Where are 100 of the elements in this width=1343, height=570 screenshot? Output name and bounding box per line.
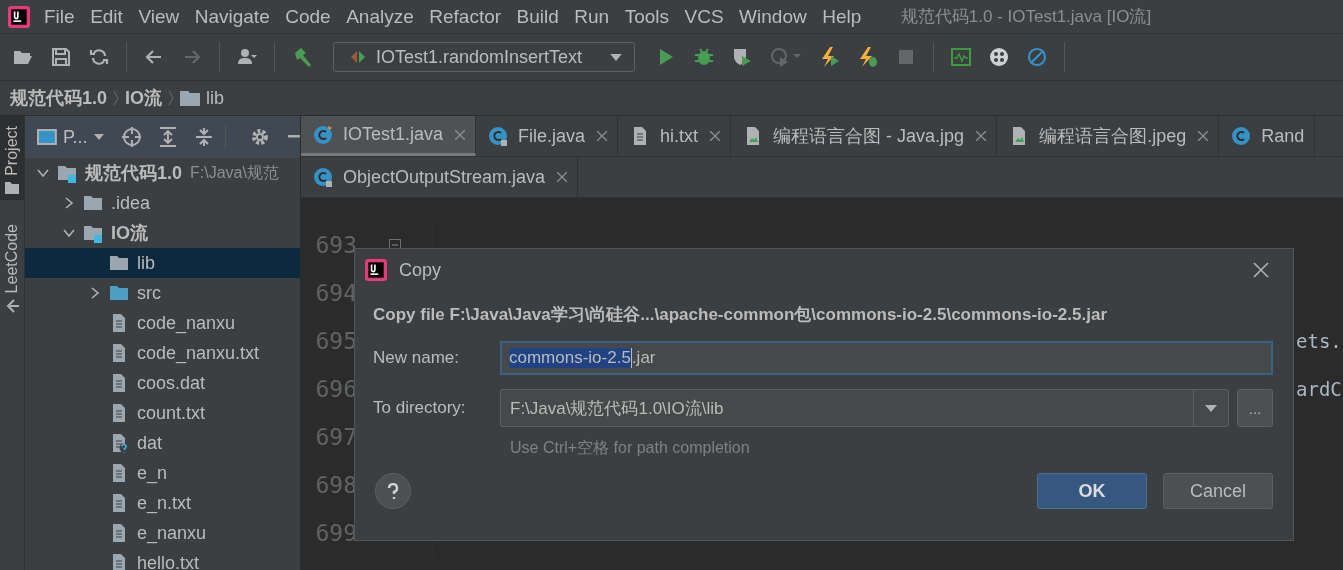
hammer-icon[interactable]	[292, 47, 312, 67]
line-number: 698	[314, 472, 357, 498]
menu-item[interactable]: Run	[574, 5, 610, 28]
menu-item[interactable]: Help	[822, 5, 862, 28]
caret-down-icon[interactable]	[93, 134, 104, 140]
close-icon[interactable]	[1198, 131, 1209, 141]
tree-item[interactable]: coos.dat	[25, 368, 300, 398]
breadcrumb-item[interactable]: IO流	[125, 86, 163, 110]
sync-icon[interactable]	[89, 47, 109, 67]
window-icon	[37, 129, 57, 145]
tool-window-tab[interactable]: LeetCode	[0, 213, 24, 320]
folder-icon	[83, 193, 103, 213]
new-name-field[interactable]: commons-io-2.5.jar	[500, 341, 1273, 375]
menu-item[interactable]: File	[44, 5, 75, 28]
field-label: To directory:	[373, 398, 467, 418]
folder-icon	[109, 253, 129, 273]
bolt-run-icon[interactable]	[820, 47, 840, 67]
user-icon[interactable]	[237, 47, 257, 67]
tree-item[interactable]: lib	[25, 248, 300, 278]
line-number: 697	[314, 424, 357, 450]
line-number: 699	[314, 520, 357, 546]
menu-item[interactable]: Window	[739, 5, 807, 28]
chevron-right-icon[interactable]	[89, 287, 101, 299]
diamond-icon	[350, 51, 366, 63]
directory-combobox[interactable]: F:\Java\规范代码1.0\IO流\lib	[500, 389, 1229, 427]
editor-tab[interactable]: 编程语言合图 - Java.jpg	[731, 116, 998, 156]
chevron-right-icon	[168, 90, 175, 106]
tree-item[interactable]: e_nanxu	[25, 518, 300, 548]
bug-icon[interactable]	[694, 47, 714, 67]
ok-button[interactable]: OK	[1037, 473, 1147, 509]
class-icon	[1231, 126, 1252, 146]
menu-item[interactable]: Refactor	[429, 5, 502, 28]
menu-item[interactable]: Tools	[624, 5, 670, 28]
tree-item[interactable]: dat	[25, 428, 300, 458]
collapse-all-icon[interactable]	[195, 127, 214, 147]
close-icon[interactable]	[976, 131, 987, 141]
tree-item[interactable]: e_n	[25, 458, 300, 488]
tree-item[interactable]: e_n.txt	[25, 488, 300, 518]
menu-item[interactable]: View	[138, 5, 180, 28]
editor-tab[interactable]: hi.txt	[618, 116, 732, 156]
tree-item[interactable]: code_nanxu.txt	[25, 338, 300, 368]
tree-item[interactable]: IO流	[25, 218, 300, 248]
dots-icon[interactable]	[989, 47, 1009, 67]
chevron-right-icon[interactable]	[63, 197, 75, 209]
close-icon[interactable]	[710, 131, 721, 141]
caret-down-icon	[610, 53, 622, 61]
chevron-down-icon[interactable]	[63, 227, 75, 239]
folder-icon	[5, 181, 19, 194]
editor-tab[interactable]: 编程语言合图.jpeg	[997, 116, 1220, 156]
expand-all-icon[interactable]	[159, 127, 178, 147]
bolt-bug-icon[interactable]	[858, 47, 878, 67]
monitor-icon[interactable]	[951, 47, 971, 67]
arrow-left-icon	[5, 299, 19, 314]
dialog-message: Copy file F:\Java\Java学习\尚硅谷...\apache-common包\commons-io-2.5\commons-io-2.5.jar	[372, 304, 1108, 326]
close-icon[interactable]	[455, 129, 466, 140]
shield-run-icon[interactable]	[732, 47, 752, 67]
menu-item[interactable]: Edit	[90, 5, 123, 28]
breadcrumb-item[interactable]: lib	[206, 87, 225, 109]
field-label: New name:	[373, 348, 460, 368]
folder-icon	[109, 283, 129, 303]
line-number: 694	[314, 280, 357, 306]
class-icon	[313, 124, 333, 145]
breadcrumb-item[interactable]: 规范代码1.0	[10, 86, 108, 110]
browse-button[interactable]: ...	[1237, 389, 1273, 427]
menu-item[interactable]: Code	[285, 5, 331, 28]
class-icon	[488, 126, 509, 146]
editor-tab[interactable]: File.java	[476, 116, 619, 156]
settings-icon[interactable]	[250, 127, 271, 147]
menu-item[interactable]: Navigate	[194, 5, 270, 28]
target-icon[interactable]	[121, 127, 142, 147]
editor-tab[interactable]: IOTest1.java	[301, 116, 477, 156]
app-logo-icon	[365, 259, 387, 281]
run-configuration-dropdown[interactable]: IOTest1.randomInsertText	[333, 42, 635, 72]
tree-item[interactable]: .idea	[25, 188, 300, 218]
tree-item[interactable]: count.txt	[25, 398, 300, 428]
block-icon[interactable]	[1027, 47, 1047, 67]
save-icon[interactable]	[51, 47, 71, 67]
line-number: 696	[314, 376, 357, 402]
tree-item[interactable]: code_nanxu	[25, 308, 300, 338]
close-icon[interactable]	[1253, 262, 1269, 278]
cancel-button[interactable]: Cancel	[1163, 473, 1273, 509]
menu-item[interactable]: Analyze	[346, 5, 414, 28]
menu-item[interactable]: VCS	[684, 5, 724, 28]
app-logo-icon	[8, 5, 30, 28]
tree-item[interactable]: 规范代码1.0 F:\Java\规范	[25, 158, 300, 188]
caret-down-icon[interactable]	[1205, 404, 1217, 412]
tree-item[interactable]: src	[25, 278, 300, 308]
editor-tab[interactable]: Rand	[1219, 116, 1316, 156]
help-button[interactable]	[375, 473, 411, 509]
close-icon[interactable]	[597, 131, 608, 141]
tree-item[interactable]: hello.txt	[25, 548, 300, 570]
close-icon[interactable]	[557, 172, 568, 182]
line-number: 693	[314, 232, 357, 258]
chevron-down-icon[interactable]	[37, 167, 49, 179]
minimize-icon[interactable]	[288, 135, 300, 139]
menu-item[interactable]: Build	[516, 5, 559, 28]
dialog-title: Copy	[399, 259, 442, 281]
panel-title[interactable]: P...	[62, 126, 88, 148]
tool-window-tab[interactable]: Project	[0, 116, 24, 200]
window-title: 规范代码1.0 - IOTest1.java [IO流]	[900, 6, 1152, 28]
